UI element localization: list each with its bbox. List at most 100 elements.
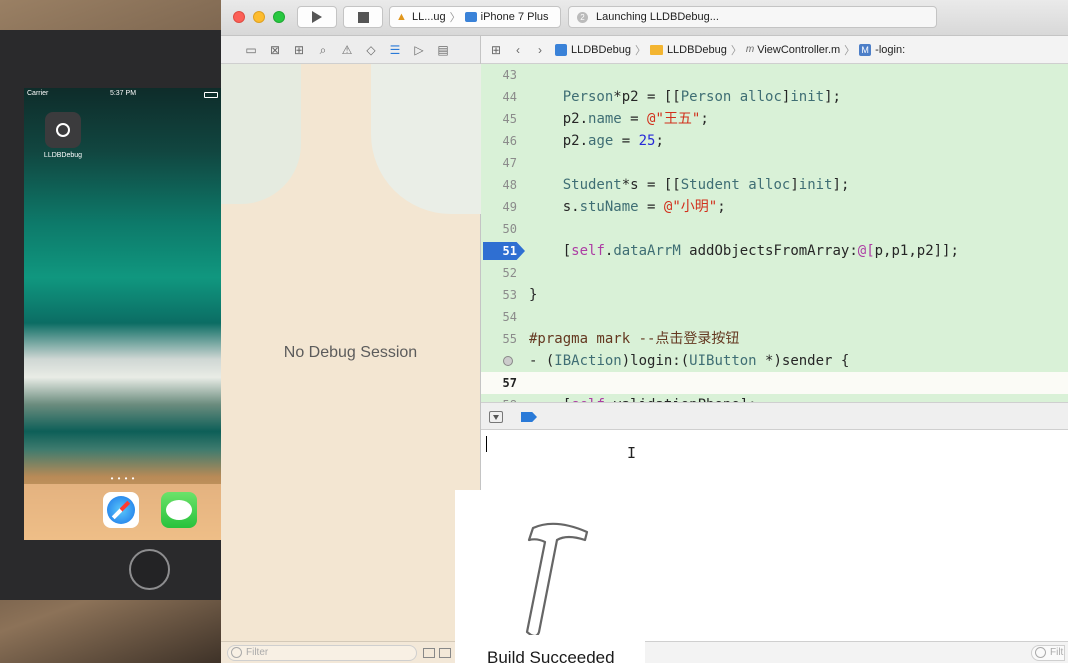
simulator-screen[interactable]: Carrier 5:37 PM LLDBDebug • • • • xyxy=(24,88,222,540)
debug-navigator-icon[interactable]: ☰ xyxy=(387,42,403,58)
code-text: #pragma mark --点击登录按钮 xyxy=(529,331,740,347)
line-number: 47 xyxy=(502,156,517,170)
code-line[interactable]: 52 xyxy=(481,262,1068,284)
code-line[interactable]: 47 xyxy=(481,152,1068,174)
code-line[interactable]: 45 p2.name = @"王五"; xyxy=(481,108,1068,130)
symbol-navigator-icon[interactable]: ⊞ xyxy=(291,42,307,58)
breakpoint-navigator-icon[interactable]: ▷ xyxy=(411,42,427,58)
code-text: } xyxy=(529,287,538,303)
scheme-name: LL...ug xyxy=(412,11,446,23)
app-label: LLDBDebug xyxy=(43,152,83,159)
code-text: - (IBAction)login:(UIButton *)sender { xyxy=(529,353,850,369)
status-time: 5:37 PM xyxy=(109,90,137,97)
code-line[interactable]: 57 xyxy=(481,372,1068,394)
code-line[interactable]: 44 Person*p2 = [[Person alloc]init]; xyxy=(481,86,1068,108)
breakpoints-toggle-icon[interactable] xyxy=(521,412,537,422)
navigator-filter-bar: Filter xyxy=(221,641,480,663)
code-line[interactable]: 56- (IBAction)login:(UIButton *)sender { xyxy=(481,350,1068,372)
background-shape xyxy=(371,64,481,214)
jumpbar-method[interactable]: -login: xyxy=(875,44,905,56)
jumpbar-file[interactable]: ViewController.m xyxy=(757,44,840,56)
code-text: p2.name = @"王五"; xyxy=(529,111,709,127)
related-items-icon[interactable]: ⊞ xyxy=(489,43,503,57)
code-line[interactable]: 55 #pragma mark --点击登录按钮 xyxy=(481,328,1068,350)
code-text: Person*p2 = [[Person alloc]init]; xyxy=(562,89,841,105)
simulator-device: Carrier 5:37 PM LLDBDebug • • • • xyxy=(0,30,222,600)
filter-options-icon[interactable] xyxy=(423,648,435,658)
code-text: p2.age = 25; xyxy=(529,133,664,149)
device-name[interactable]: iPhone 7 Plus xyxy=(481,11,549,23)
line-number: 51 xyxy=(502,244,517,258)
code-line[interactable]: 49 s.stuName = @"小明"; xyxy=(481,196,1068,218)
filter-scope-icon[interactable] xyxy=(439,648,451,658)
code-area[interactable]: 43 44 Person*p2 = [[Person alloc]init]; 45… xyxy=(481,64,1068,402)
app-scheme-icon: ▲ xyxy=(396,10,407,23)
report-navigator-icon[interactable]: ▤ xyxy=(435,42,451,58)
forward-arrow-icon[interactable]: › xyxy=(533,43,547,57)
line-number: 49 xyxy=(502,200,517,214)
lldbdebug-app-icon[interactable] xyxy=(45,112,81,148)
scheme-separator: 〉 xyxy=(449,12,461,24)
safari-icon[interactable] xyxy=(103,492,139,528)
jumpbar-separator: 〉 xyxy=(634,44,646,57)
page-indicator: • • • • xyxy=(110,474,136,483)
scheme-selector[interactable]: ▲ LL...ug 〉 iPhone 7 Plus xyxy=(389,6,561,28)
home-button[interactable] xyxy=(129,549,170,590)
code-line[interactable]: 53} xyxy=(481,284,1068,306)
source-control-icon[interactable]: ⊠ xyxy=(267,42,283,58)
code-line[interactable]: 46 p2.age = 25; xyxy=(481,130,1068,152)
line-number: 44 xyxy=(502,90,517,104)
test-navigator-icon[interactable]: ◇ xyxy=(363,42,379,58)
method-icon: M xyxy=(859,43,872,56)
close-window-button[interactable] xyxy=(233,11,245,23)
back-arrow-icon[interactable]: ‹ xyxy=(511,43,525,57)
issue-navigator-icon[interactable]: ⚠ xyxy=(339,42,355,58)
filter-icon xyxy=(1035,647,1046,658)
console-filter-field[interactable]: Filt xyxy=(1031,645,1065,661)
line-number: 57 xyxy=(502,376,517,390)
play-icon xyxy=(312,11,322,23)
zoom-window-button[interactable] xyxy=(273,11,285,23)
minimize-window-button[interactable] xyxy=(253,11,265,23)
debug-bar xyxy=(481,402,1068,430)
circle-icon xyxy=(56,123,70,137)
code-line[interactable]: 54 xyxy=(481,306,1068,328)
jumpbar-group[interactable]: LLDBDebug xyxy=(667,44,727,56)
run-button[interactable] xyxy=(297,6,337,28)
navigator-filter-field[interactable]: Filter xyxy=(227,645,417,661)
line-number: 58 xyxy=(481,394,517,402)
line-number: 48 xyxy=(502,178,517,192)
folder-icon xyxy=(649,44,663,55)
background-shape xyxy=(221,64,301,204)
build-status-label: Build Succeeded xyxy=(487,648,615,663)
ibeam-cursor-icon: I xyxy=(627,444,637,462)
battery-icon xyxy=(204,92,218,98)
activity-view: 2 Launching LLDBDebug... xyxy=(568,6,937,28)
code-text: Student*s = [[Student alloc]init]; xyxy=(562,177,850,193)
project-icon xyxy=(555,43,567,56)
messages-icon[interactable] xyxy=(161,492,197,528)
objc-file-icon: m xyxy=(745,44,755,55)
simulator-status-bar: Carrier 5:37 PM xyxy=(24,90,222,102)
activity-text: Launching LLDBDebug... xyxy=(596,11,719,23)
line-number: 54 xyxy=(502,310,517,324)
jumpbar-separator: 〉 xyxy=(730,44,742,57)
code-line[interactable]: 51 [self.dataArrM addObjectsFromArray:@[… xyxy=(481,240,1068,262)
code-text: [self validationPhone]; xyxy=(529,394,757,402)
code-line[interactable]: 48 Student*s = [[Student alloc]init]; xyxy=(481,174,1068,196)
toolbar: ▲ LL...ug 〉 iPhone 7 Plus 2 Launching LL… xyxy=(221,0,1068,36)
code-text: [self.dataArrM addObjectsFromArray:@[p,p… xyxy=(529,243,959,259)
line-number: 46 xyxy=(502,134,517,148)
ibaction-connection-icon[interactable] xyxy=(503,356,513,366)
code-line[interactable]: 50 xyxy=(481,218,1068,240)
code-text: s.stuName = @"小明"; xyxy=(529,199,726,215)
code-line[interactable]: 58 [self validationPhone]; xyxy=(481,394,1068,402)
stop-button[interactable] xyxy=(343,6,383,28)
jumpbar-project[interactable]: LLDBDebug xyxy=(571,44,631,56)
find-navigator-icon[interactable]: ⌕ xyxy=(315,42,331,58)
build-succeeded-hud: Build Succeeded xyxy=(455,490,645,663)
filter-placeholder: Filter xyxy=(246,647,269,658)
code-line[interactable]: 43 xyxy=(481,64,1068,86)
project-navigator-folder-icon[interactable]: ▭ xyxy=(243,42,259,58)
hide-debug-area-button[interactable] xyxy=(489,411,503,423)
